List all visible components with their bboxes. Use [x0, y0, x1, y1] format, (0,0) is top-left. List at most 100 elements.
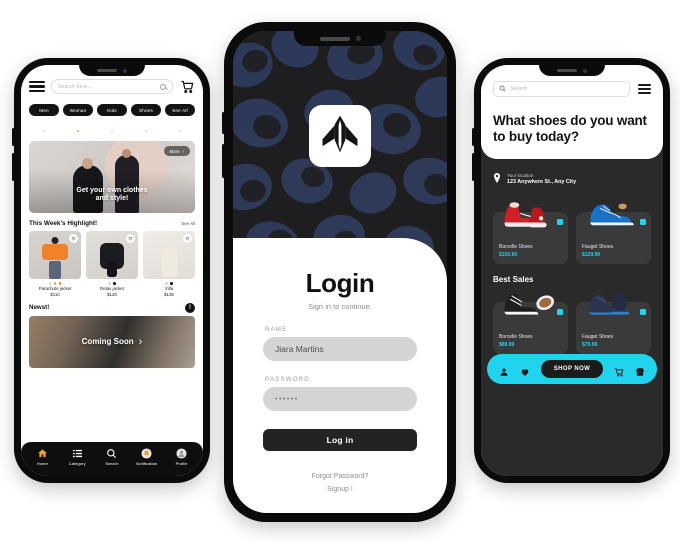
pill-shoes[interactable]: Shoes: [131, 104, 161, 117]
chevron-right-icon: ›: [182, 148, 184, 154]
product-card[interactable]: Fauget Shoes $129.99: [576, 203, 651, 264]
hamburger-icon[interactable]: [29, 80, 45, 93]
heart-icon[interactable]: [69, 234, 78, 244]
search-input[interactable]: Search here...: [51, 79, 173, 94]
pill-men[interactable]: Men: [29, 104, 59, 117]
page-title: What shoes do you want to buy today?: [493, 113, 647, 144]
location-pin-icon: [493, 170, 501, 188]
phone3-volume-up: [472, 128, 475, 146]
heart-icon[interactable]: [520, 364, 530, 376]
location-address: 123 Anywhere St., Any City: [507, 178, 577, 185]
pill-dot: [42, 129, 46, 133]
list-icon: [72, 448, 83, 459]
product-name: Villa: [164, 285, 174, 291]
shop-now-button[interactable]: SHOP NOW: [540, 359, 604, 378]
location-row[interactable]: Your location 123 Anywhere St., Any City: [481, 159, 663, 196]
swatch[interactable]: [108, 282, 111, 285]
color-swatches: [86, 279, 138, 286]
password-input[interactable]: ••••••: [263, 387, 417, 412]
hamburger-icon[interactable]: [638, 84, 651, 94]
tab-category[interactable]: Category: [60, 448, 95, 466]
shopping-cart-icon[interactable]: [614, 364, 624, 377]
store-icon[interactable]: [635, 364, 645, 376]
phone1-speaker: [97, 69, 117, 72]
product-card[interactable]: Borcelle Shoes $100.99: [493, 202, 568, 264]
tab-search-label: Search: [105, 461, 119, 466]
swatch[interactable]: [170, 282, 173, 285]
coming-soon-label: Coming Soon: [81, 337, 134, 347]
newest-section-header: Newst! !: [21, 297, 203, 316]
pill-dot: [144, 129, 148, 133]
pill-woman[interactable]: Woman: [63, 104, 93, 117]
highlight-section-header: This Week's Highlight! See All: [21, 213, 203, 231]
tab-profile-label: Profile: [175, 461, 188, 466]
heart-icon[interactable]: [126, 234, 135, 244]
search-input[interactable]: Search: [493, 81, 630, 97]
phone-right-frame: Search What shoes do you want to buy tod…: [472, 58, 670, 483]
product-name: Fauget Shoes: [582, 334, 614, 341]
product-image-red-sneaker: [499, 195, 562, 229]
product-card[interactable]: Villa $135: [143, 231, 195, 297]
model-legs: [49, 261, 61, 280]
product-card[interactable]: Fauget Shoes $79.99: [576, 292, 651, 354]
phone3-volume-down: [472, 153, 475, 181]
heart-icon[interactable]: [183, 234, 192, 244]
hero-caption: Get your own clothes and style!: [29, 187, 195, 203]
signup-link[interactable]: Signup !: [263, 486, 417, 493]
product-price: $129.99: [582, 251, 601, 258]
product-price: $89.99: [499, 341, 515, 348]
home-icon: [37, 448, 48, 459]
user-icon[interactable]: [499, 364, 509, 376]
search-placeholder: Search: [510, 86, 528, 92]
phone2-screen: Login Sign in to continue. NAME Jiara Ma…: [233, 31, 447, 513]
hero-more-button[interactable]: More ›: [163, 146, 190, 157]
search-icon: [106, 448, 117, 459]
swatch[interactable]: [48, 282, 52, 285]
location-text: Your location 123 Anywhere St., Any City: [507, 173, 576, 185]
swatch[interactable]: [58, 282, 62, 285]
pill-dot: [178, 129, 182, 133]
phone2-volume-down: [222, 144, 225, 178]
hero-banner[interactable]: More › Get your own clothes and style!: [29, 141, 195, 214]
login-button[interactable]: Log in: [263, 429, 417, 452]
tab-profile[interactable]: Profile: [164, 447, 199, 466]
tab-search[interactable]: Search: [95, 448, 130, 466]
swatch[interactable]: [53, 282, 57, 285]
forgot-password-link[interactable]: Forgot Password?: [263, 473, 417, 480]
swatch[interactable]: [113, 282, 116, 285]
shopping-cart-icon[interactable]: [179, 79, 195, 94]
product-name: Parachute jacket: [38, 285, 72, 291]
product-image-bw-sneaker: [499, 285, 562, 319]
pill-dot-active: [76, 129, 80, 133]
product-name: Borcelle Shoes: [499, 334, 533, 341]
login-screen: Login Sign in to continue. NAME Jiara Ma…: [233, 31, 447, 513]
category-pills: Men Woman Kids Shoes See All: [21, 98, 203, 118]
swatch[interactable]: [165, 282, 168, 285]
product-card[interactable]: Parachute jacket $110: [29, 231, 81, 297]
login-card: Login Sign in to continue. NAME Jiara Ma…: [233, 238, 447, 513]
pill-kids[interactable]: Kids: [97, 104, 127, 117]
name-field-label: NAME: [265, 327, 288, 334]
info-icon[interactable]: !: [185, 302, 195, 313]
phone3-speaker: [557, 69, 577, 72]
model-cream-coat: [162, 247, 179, 278]
product-card[interactable]: Relax jacket $120: [86, 231, 138, 297]
tab-home[interactable]: Home: [25, 448, 60, 466]
model-jacket: [42, 244, 68, 261]
arrow-plane-logo-icon: [319, 113, 361, 160]
product-price: $79.99: [582, 341, 598, 348]
phone-left-frame: Search here... Men Woman Kids Shoes See …: [12, 58, 210, 483]
tab-notification[interactable]: Notification: [129, 447, 164, 466]
pill-see-all[interactable]: See All: [165, 104, 195, 117]
highlight-title: This Week's Highlight!: [29, 220, 98, 228]
square-badge-icon: [640, 308, 646, 315]
featured-products: Borcelle Shoes $100.99 Fauget Shoes $129…: [481, 202, 663, 264]
coming-soon-banner[interactable]: Coming Soon ›: [29, 315, 195, 368]
highlight-product-list: Parachute jacket $110 Relax jacket $120 …: [21, 231, 203, 297]
hero-caption-line2: and style!: [95, 195, 129, 203]
product-name: Borcelle Shoes: [499, 244, 533, 251]
product-card[interactable]: Borcelle Shoes $89.99: [493, 292, 568, 354]
product-name: Fauget Shoes: [582, 244, 614, 251]
name-input[interactable]: Jiara Martins: [263, 337, 417, 362]
highlight-see-all[interactable]: See All: [181, 221, 195, 226]
